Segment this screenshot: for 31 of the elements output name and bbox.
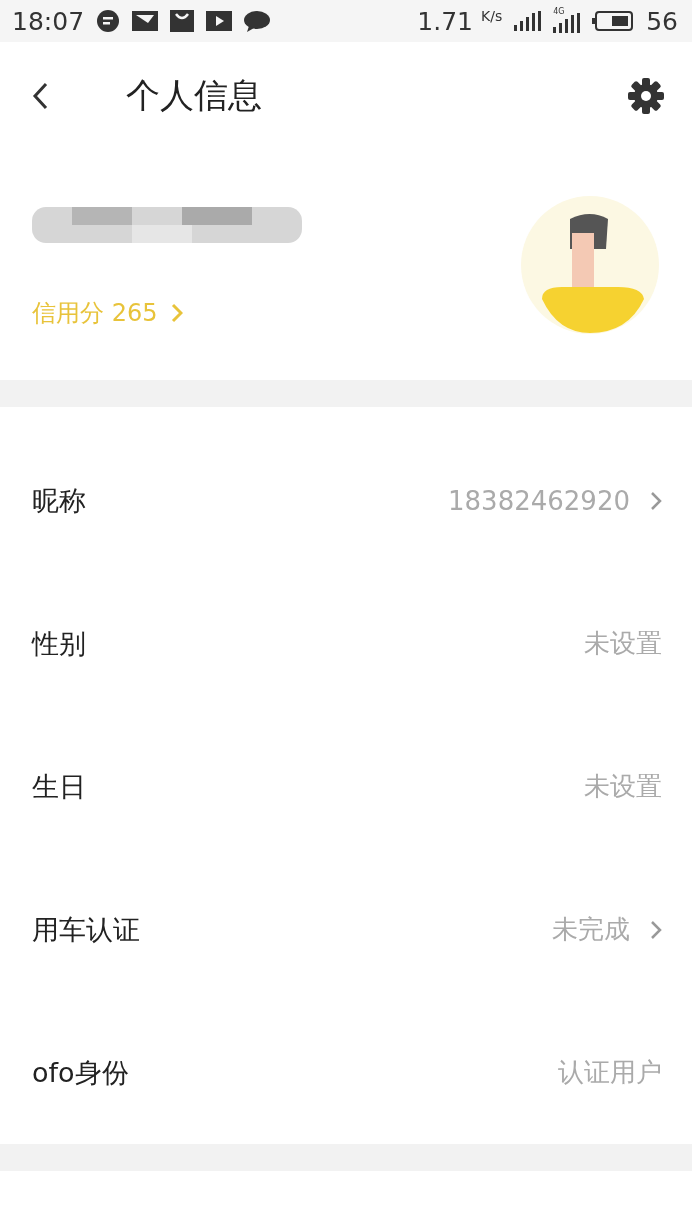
row-value: 未完成 <box>552 913 630 946</box>
info-row[interactable]: 性别 未设置 <box>0 572 692 715</box>
row-label: 昵称 <box>32 483 87 518</box>
page-title: 个人信息 <box>126 74 263 117</box>
avatar-figure-icon <box>520 195 660 335</box>
back-button[interactable] <box>32 82 50 110</box>
info-row[interactable]: 生日 未设置 <box>0 715 692 858</box>
battery-icon <box>592 11 635 31</box>
chat-bubble-icon <box>96 9 121 33</box>
chevron-right-icon <box>171 303 184 323</box>
row-value: 未设置 <box>584 627 662 660</box>
signal-icon <box>553 13 581 33</box>
network-type: 4G <box>553 7 565 16</box>
row-value: 认证用户 <box>558 1056 662 1089</box>
back-chevron-icon <box>32 82 50 110</box>
row-value: 未设置 <box>584 770 662 803</box>
info-row[interactable]: ofo身份 认证用户 <box>0 1001 692 1144</box>
info-row[interactable]: 昵称 18382462920 <box>0 429 692 572</box>
signal-icon <box>514 11 542 31</box>
row-label: 生日 <box>32 769 87 804</box>
info-row[interactable]: 用车认证 未完成 <box>0 858 692 1001</box>
row-label: 性别 <box>32 626 87 661</box>
row-label: ofo身份 <box>32 1055 130 1090</box>
row-label: 用车认证 <box>32 912 141 947</box>
bag-icon <box>170 9 195 33</box>
row-value: 18382462920 <box>448 485 630 516</box>
network-speed: 1.71 $^{K/s}$ <box>417 6 503 36</box>
speech-bubble-icon <box>244 9 271 33</box>
clock-time: 18:07 <box>12 6 85 36</box>
battery-level: 56 <box>646 6 678 36</box>
play-icon <box>206 9 233 33</box>
